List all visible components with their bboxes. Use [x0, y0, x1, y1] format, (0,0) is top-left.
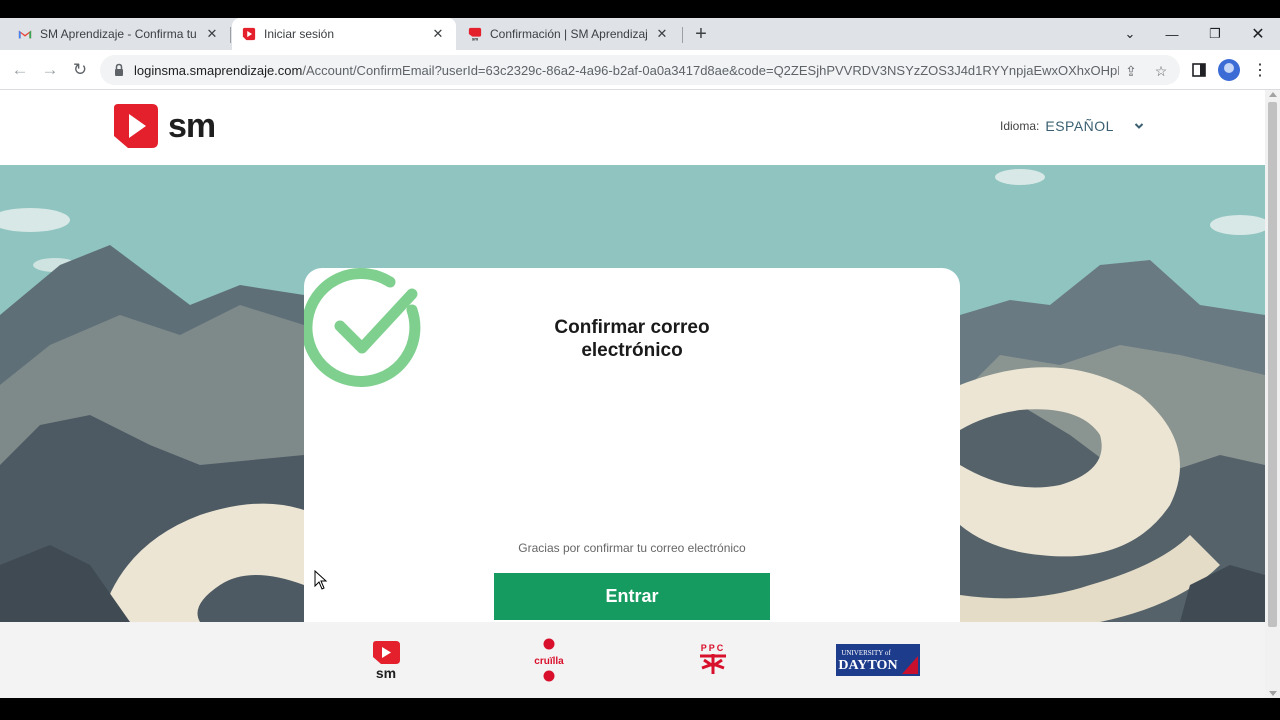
confirmation-message: Gracias por confirmar tu correo electrón…	[518, 541, 746, 555]
card-title-text: Confirmar correo electrónico	[554, 317, 710, 361]
brand-dayton[interactable]: UNIVERSITY of DAYTON	[836, 644, 920, 681]
url-host: loginsma.smaprendizaje.com	[134, 62, 303, 78]
scroll-up-arrow-icon[interactable]	[1269, 92, 1277, 97]
brand-cruilla[interactable]: cruïlla	[532, 638, 566, 687]
cruilla-brand-logo-icon: cruïlla	[534, 638, 564, 682]
sm-logo-icon	[114, 104, 158, 148]
tab-title: Confirmación | SM Aprendizaje	[490, 27, 648, 41]
tab-strip: SM Aprendizaje - Confirma tu e-mail ✕ In…	[0, 18, 1280, 50]
new-tab-button[interactable]: +	[690, 18, 712, 50]
page-scrollbar[interactable]	[1265, 90, 1280, 698]
ppc-brand-logo-icon: PPC	[700, 643, 726, 674]
language-selector[interactable]: Idioma: ESPAÑOL	[1000, 118, 1144, 134]
tab-search-icon[interactable]: ⌄	[1110, 18, 1150, 50]
url-path: /Account/ConfirmEmail?userId=63c2329c-86…	[302, 62, 1119, 78]
bottom-letterbox	[0, 698, 1280, 720]
profile-avatar[interactable]	[1218, 59, 1240, 81]
gmail-icon	[18, 30, 32, 39]
check-circle-icon	[304, 268, 421, 387]
close-tab-icon[interactable]: ✕	[654, 26, 670, 42]
language-label: Idioma:	[1000, 119, 1040, 133]
reload-icon[interactable]: ↻	[66, 56, 94, 84]
svg-text:DAYTON: DAYTON	[838, 658, 897, 673]
mouse-cursor-icon	[314, 570, 328, 590]
screen: SM Aprendizaje - Confirma tu e-mail ✕ In…	[0, 0, 1280, 720]
sm-brand-logo-icon: sm	[373, 641, 400, 681]
site-header: sm Idioma: ESPAÑOL	[0, 90, 1265, 165]
tab-gmail[interactable]: SM Aprendizaje - Confirma tu e-mail ✕	[8, 18, 230, 50]
sm-favicon-icon: sm	[468, 27, 482, 41]
forward-icon[interactable]: →	[36, 56, 64, 84]
tab-separator	[682, 27, 683, 43]
close-tab-icon[interactable]: ✕	[430, 26, 446, 42]
close-window-icon[interactable]: ✕	[1238, 18, 1278, 50]
url-text: loginsma.smaprendizaje.com/Account/Confi…	[134, 63, 1119, 78]
page-viewport: sm Idioma: ESPAÑOL Confirmar correo elec…	[0, 90, 1265, 698]
scroll-thumb[interactable]	[1268, 102, 1277, 627]
hero-background: Confirmar correo electrónico Gracias por…	[0, 165, 1265, 622]
share-icon[interactable]: ⇪	[1122, 62, 1140, 80]
confirmation-card: Confirmar correo electrónico Gracias por…	[304, 268, 960, 622]
tab-title: Iniciar sesión	[264, 27, 335, 41]
brand-sm[interactable]: sm	[370, 640, 402, 685]
brand-ppc[interactable]: PPC	[696, 642, 730, 681]
scroll-down-arrow-icon[interactable]	[1269, 691, 1277, 696]
tab-title: SM Aprendizaje - Confirma tu e-mail	[40, 27, 198, 41]
close-tab-icon[interactable]: ✕	[204, 26, 220, 42]
side-panel-icon[interactable]	[1189, 60, 1209, 80]
tab-iniciar-sesion[interactable]: Iniciar sesión ✕	[232, 18, 456, 50]
svg-text:UNIVERSITY of: UNIVERSITY of	[841, 649, 891, 657]
browser-toolbar: ← → ↻ loginsma.smaprendizaje.com/Account…	[0, 50, 1280, 90]
svg-text:sm: sm	[376, 665, 396, 680]
restore-icon[interactable]: ❐	[1195, 18, 1235, 50]
sm-favicon-icon	[242, 27, 256, 41]
back-icon[interactable]: ←	[6, 56, 34, 84]
lock-icon	[115, 63, 123, 76]
tab-confirmacion[interactable]: sm Confirmación | SM Aprendizaje ✕	[458, 18, 680, 50]
footer-brands: sm cruïlla PPC UNIVERSITY of DAYTON	[0, 622, 1265, 698]
chevron-down-icon	[1134, 123, 1144, 129]
svg-text:sm: sm	[472, 37, 478, 41]
svg-text:PPC: PPC	[701, 643, 726, 653]
minimize-icon[interactable]: —	[1152, 18, 1192, 50]
address-bar[interactable]: loginsma.smaprendizaje.com/Account/Confi…	[100, 55, 1180, 85]
logo-wordmark: sm	[168, 106, 216, 145]
svg-text:cruïlla: cruïlla	[534, 656, 564, 667]
enter-button[interactable]: Entrar	[494, 573, 770, 620]
sm-logo[interactable]: sm	[112, 102, 216, 150]
more-menu-icon[interactable]: ⋮	[1250, 60, 1270, 80]
dayton-brand-logo-icon: UNIVERSITY of DAYTON	[836, 644, 920, 676]
language-value: ESPAÑOL	[1045, 118, 1114, 134]
tab-separator	[230, 27, 231, 43]
bookmark-star-icon[interactable]: ☆	[1152, 62, 1170, 80]
